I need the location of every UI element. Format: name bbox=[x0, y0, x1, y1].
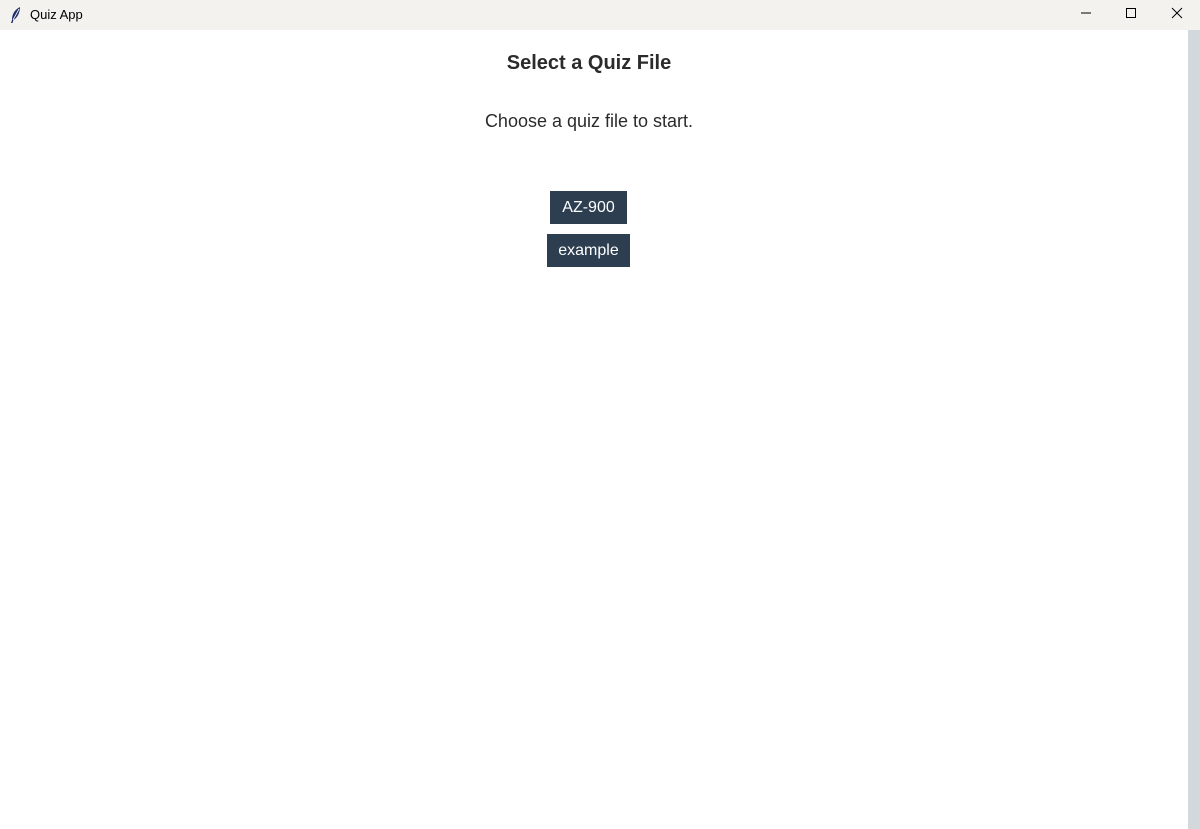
close-icon bbox=[1171, 6, 1183, 24]
vertical-scrollbar[interactable] bbox=[1188, 30, 1200, 829]
page-subtitle: Choose a quiz file to start. bbox=[484, 111, 694, 131]
app-window: Quiz App Select a Quiz File Choose a qui… bbox=[0, 0, 1200, 829]
close-button[interactable] bbox=[1154, 0, 1200, 30]
scrollbar-track[interactable] bbox=[1190, 40, 1198, 820]
window-title: Quiz App bbox=[30, 7, 83, 22]
maximize-icon bbox=[1125, 6, 1137, 24]
feather-icon bbox=[8, 6, 24, 24]
minimize-button[interactable] bbox=[1063, 0, 1109, 30]
page-title: Select a Quiz File bbox=[506, 52, 672, 74]
main-content: Select a Quiz File Choose a quiz file to… bbox=[0, 30, 1188, 829]
title-bar[interactable]: Quiz App bbox=[0, 0, 1200, 30]
quiz-file-button-az-900[interactable]: AZ-900 bbox=[550, 191, 627, 224]
quiz-file-button-example[interactable]: example bbox=[547, 234, 630, 267]
minimize-icon bbox=[1080, 6, 1092, 24]
maximize-button[interactable] bbox=[1108, 0, 1154, 30]
